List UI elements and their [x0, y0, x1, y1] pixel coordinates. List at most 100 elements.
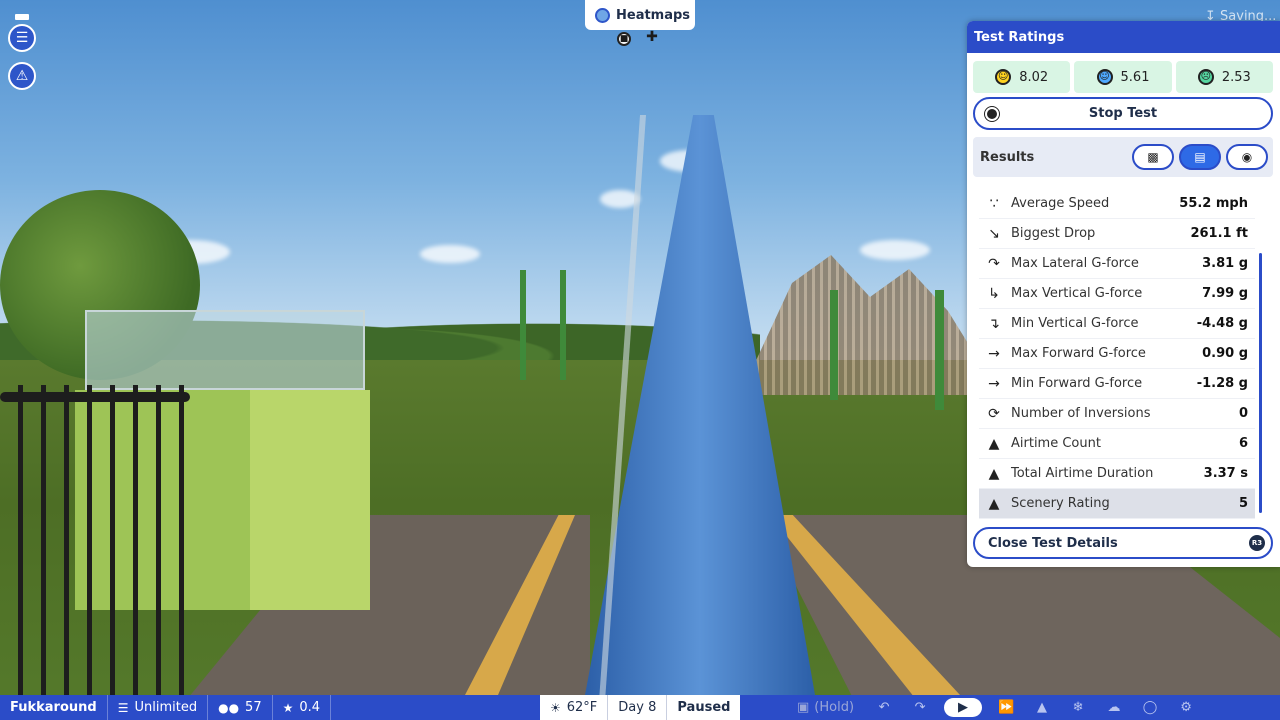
stat-label: Biggest Drop	[1011, 226, 1096, 241]
intensity-value: 5.61	[1120, 69, 1150, 85]
stat-label: Max Vertical G-force	[1011, 286, 1143, 301]
vertical-curve-icon: ↴	[988, 315, 1000, 332]
heatmaps-button[interactable]: Heatmaps	[585, 0, 695, 30]
forward-arrow-icon: →	[988, 375, 1000, 392]
park-name-label: Fukkaround	[10, 700, 97, 715]
stat-label: Number of Inversions	[1011, 406, 1151, 421]
document-icon[interactable]: ▤	[1179, 144, 1221, 170]
r3-button-icon: R3	[1249, 535, 1265, 551]
temperature-value: 62°F	[566, 700, 598, 715]
play-icon[interactable]: ▶	[944, 698, 983, 717]
stat-label: Max Lateral G-force	[1011, 256, 1139, 271]
star-icon: ★	[282, 700, 294, 715]
weather-cloud-icon[interactable]: ☁	[1096, 695, 1132, 720]
controller-button-icon: ■	[617, 32, 631, 46]
results-header: Results ▩ ▤ ◉	[973, 137, 1273, 177]
camera-icon[interactable]: ▲	[1024, 695, 1060, 720]
stat-row-biggest-drop: ↘ Biggest Drop 261.1 ft	[979, 219, 1255, 249]
mouse-icon[interactable]: ◯	[1132, 695, 1168, 720]
vertical-arrow-icon: ↳	[988, 285, 1000, 302]
airtime-icon: ▲	[988, 435, 1000, 452]
guest-count-value: 57	[245, 700, 262, 715]
drop-icon: ↘	[988, 225, 1000, 242]
track-support	[830, 290, 838, 400]
clipboard-icon[interactable]: ☰	[8, 24, 36, 52]
close-test-details-label: Close Test Details	[988, 535, 1118, 551]
park-name[interactable]: Fukkaround	[0, 695, 108, 720]
stat-value: -1.28 g	[1196, 376, 1248, 391]
stop-test-button[interactable]: Stop Test	[973, 97, 1273, 130]
stat-label: Min Vertical G-force	[1011, 316, 1139, 331]
stat-value: -4.48 g	[1196, 316, 1248, 331]
toolbar-handle[interactable]	[15, 14, 29, 20]
controller-button-icon	[985, 106, 999, 121]
track-support	[560, 270, 566, 380]
dpad-icon: ✚	[646, 29, 658, 45]
stat-row-min-vertical-gforce: ↴ Min Vertical G-force -4.48 g	[979, 309, 1255, 339]
results-list[interactable]: ∵ Average Speed 55.2 mph ↘ Biggest Drop …	[979, 189, 1255, 519]
money-value: Unlimited	[134, 700, 198, 715]
stop-test-label: Stop Test	[1088, 106, 1158, 121]
redo-icon[interactable]: ↷	[902, 695, 938, 720]
stat-row-airtime-count: ▲ Airtime Count 6	[979, 429, 1255, 459]
track-support	[520, 270, 526, 380]
stat-row-average-speed: ∵ Average Speed 55.2 mph	[979, 189, 1255, 219]
stat-row-max-forward-gforce: → Max Forward G-force 0.90 g	[979, 339, 1255, 369]
stat-label: Max Forward G-force	[1011, 346, 1146, 361]
cloud	[860, 240, 930, 260]
stat-label: Average Speed	[1011, 196, 1110, 211]
nausea-value: 2.53	[1221, 69, 1251, 85]
coins-icon: ☰	[117, 700, 129, 715]
excitement-value: 8.02	[1019, 69, 1049, 85]
playback-controls: ▣ (Hold) ↶ ↷ ▶ ⏩ ▲ ❄ ☁ ◯ ⚙	[785, 695, 1204, 720]
stat-value: 0.90 g	[1202, 346, 1248, 361]
stat-row-min-forward-gforce: → Min Forward G-force -1.28 g	[979, 369, 1255, 399]
stat-value: 0	[1238, 406, 1248, 421]
notification-bell-icon[interactable]: ⚠	[8, 62, 36, 90]
stat-value: 5	[1238, 496, 1248, 511]
park-rating[interactable]: ★ 0.4	[273, 695, 332, 720]
nausea-face-icon: ☹	[1197, 69, 1214, 85]
heatmap-icon	[595, 7, 610, 23]
guest-count[interactable]: ●● 57	[208, 695, 273, 720]
stat-row-max-lateral-gforce: ↷ Max Lateral G-force 3.81 g	[979, 249, 1255, 279]
intensity-rating: ☺ 5.61	[1074, 61, 1172, 93]
fast-forward-icon[interactable]: ⏩	[988, 695, 1024, 720]
hold-hint: ▣ (Hold)	[785, 700, 866, 715]
money-display[interactable]: ☰ Unlimited	[108, 695, 209, 720]
stat-row-total-airtime-duration: ▲ Total Airtime Duration 3.37 s	[979, 459, 1255, 489]
stat-row-scenery-rating[interactable]: ▲ Scenery Rating 5	[979, 489, 1255, 519]
nausea-rating: ☹ 2.53	[1175, 61, 1273, 93]
airtime-icon: ▲	[988, 465, 1000, 482]
lateral-arrow-icon: ↷	[988, 255, 1000, 272]
test-ratings-panel: Test Ratings ☺ 8.02 ☺ 5.61 ☹ 2.53 Stop T…	[967, 21, 1280, 567]
gear-icon[interactable]: ⚙	[1168, 695, 1204, 720]
heatmap-key-hints: ■ ✚	[617, 29, 659, 46]
fence	[0, 385, 195, 715]
stat-label: Airtime Count	[1011, 436, 1101, 451]
results-scrollbar[interactable]	[1259, 253, 1262, 513]
stat-label: Total Airtime Duration	[1011, 466, 1154, 481]
forward-arrow-icon: →	[988, 345, 1000, 362]
stat-value: 261.1 ft	[1190, 226, 1248, 241]
stat-value: 3.81 g	[1202, 256, 1248, 271]
loop-icon: ⟳	[988, 405, 1000, 422]
heatmaps-label: Heatmaps	[616, 7, 691, 23]
undo-icon[interactable]: ↶	[866, 695, 902, 720]
wind-icon[interactable]: ❄	[1060, 695, 1096, 720]
eye-icon[interactable]: ◉	[1226, 144, 1268, 170]
game-status-value: Paused	[677, 700, 731, 715]
cloud	[420, 245, 480, 263]
stat-value: 6	[1238, 436, 1248, 451]
park-rating-value: 0.4	[299, 700, 321, 715]
panel-title: Test Ratings	[967, 21, 1280, 53]
sun-icon: ☀	[550, 700, 561, 715]
day-display: Day 8	[608, 695, 668, 720]
track-support	[935, 290, 944, 410]
bar-chart-icon[interactable]: ▩	[1132, 144, 1174, 170]
hold-label: (Hold)	[814, 700, 855, 715]
excitement-face-icon: ☺	[995, 69, 1012, 85]
close-test-details-button[interactable]: Close Test Details R3	[973, 527, 1273, 559]
intensity-face-icon: ☺	[1096, 69, 1113, 85]
tree-icon: ▲	[988, 495, 1000, 512]
